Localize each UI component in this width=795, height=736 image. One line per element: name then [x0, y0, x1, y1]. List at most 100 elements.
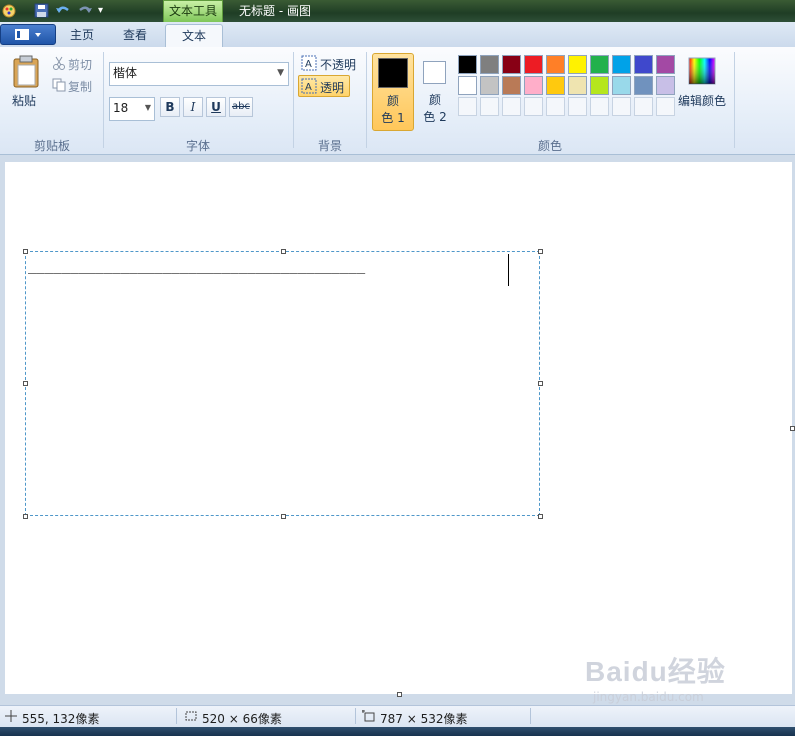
copy-icon[interactable] — [52, 78, 66, 95]
bold-button[interactable]: B — [160, 97, 180, 117]
custom-color-slot[interactable] — [590, 97, 609, 116]
font-size-select[interactable]: 18 ▼ — [109, 97, 155, 121]
cut-icon[interactable] — [52, 56, 66, 73]
copy-button[interactable]: 复制 — [68, 78, 92, 95]
status-bar: 555, 132像素 520 × 66像素 787 × 532像素 — [0, 705, 795, 727]
resize-handle-w[interactable] — [23, 381, 28, 386]
palette-swatch[interactable] — [612, 55, 631, 74]
custom-color-slot[interactable] — [524, 97, 543, 116]
opaque-button[interactable]: 不透明 — [320, 56, 356, 73]
custom-color-slot[interactable] — [656, 97, 675, 116]
canvas-resize-handle-right[interactable] — [790, 426, 795, 431]
transparent-icon[interactable]: A — [301, 78, 317, 97]
palette-swatch[interactable] — [458, 55, 477, 74]
resize-handle-ne[interactable] — [538, 249, 543, 254]
palette-swatch[interactable] — [458, 76, 477, 95]
palette-swatch[interactable] — [590, 76, 609, 95]
group-divider — [734, 52, 735, 148]
tab-home[interactable]: 主页 — [62, 24, 102, 48]
palette-swatch[interactable] — [634, 55, 653, 74]
customize-quick-access-icon[interactable]: ▾ — [98, 3, 113, 18]
custom-color-slot[interactable] — [568, 97, 587, 116]
custom-color-slot[interactable] — [458, 97, 477, 116]
cursor-position-icon — [5, 710, 17, 725]
save-icon[interactable] — [34, 3, 49, 18]
resize-handle-sw[interactable] — [23, 514, 28, 519]
palette-swatch[interactable] — [612, 76, 631, 95]
palette-swatch[interactable] — [590, 55, 609, 74]
edit-colors-icon[interactable] — [688, 57, 716, 88]
palette-swatch[interactable] — [524, 55, 543, 74]
font-size-value: 18 — [113, 101, 129, 115]
undo-icon[interactable] — [55, 3, 70, 18]
canvas-resize-handle-bottom[interactable] — [397, 692, 402, 697]
resize-handle-e[interactable] — [538, 381, 543, 386]
canvas-size: 787 × 532像素 — [380, 712, 468, 726]
paint-menu-button[interactable] — [0, 24, 56, 45]
svg-text:A: A — [305, 82, 312, 93]
palette-swatch[interactable] — [568, 76, 587, 95]
colors-group-label: 颜色 — [537, 139, 562, 153]
baidu-watermark: Baidu经验 jingyan.baidu.com — [585, 650, 726, 704]
cursor-position: 555, 132像素 — [22, 712, 100, 726]
palette-swatch[interactable] — [480, 76, 499, 95]
font-family-value: 楷体 — [113, 66, 138, 80]
strikethrough-button[interactable]: abc — [229, 97, 253, 117]
group-divider — [366, 52, 367, 148]
palette-swatch[interactable] — [502, 55, 521, 74]
watermark-url: jingyan.baidu.com — [593, 690, 704, 704]
color2-label-line2: 色 2 — [423, 110, 447, 124]
resize-handle-nw[interactable] — [23, 249, 28, 254]
svg-text:A: A — [305, 59, 312, 70]
color1-button[interactable]: 颜 色 1 — [372, 53, 414, 131]
custom-color-slot[interactable] — [480, 97, 499, 116]
contextual-tab-text-tools: 文本工具 — [163, 0, 223, 22]
color2-label-line1: 颜 — [428, 93, 441, 107]
resize-handle-se[interactable] — [538, 514, 543, 519]
underline-button[interactable]: U — [206, 97, 226, 117]
redo-icon[interactable] — [78, 3, 93, 18]
palette-swatch[interactable] — [546, 55, 565, 74]
palette-swatch[interactable] — [524, 76, 543, 95]
palette-swatch[interactable] — [502, 76, 521, 95]
cut-button[interactable]: 剪切 — [68, 56, 92, 73]
group-divider — [103, 52, 104, 148]
color1-label-line2: 色 1 — [381, 111, 405, 125]
status-divider — [355, 708, 356, 724]
clipboard-group-label: 剪贴板 — [33, 139, 70, 153]
palette-swatch[interactable] — [480, 55, 499, 74]
menu-icon — [15, 29, 41, 40]
paste-button[interactable]: 粘贴 — [12, 92, 36, 109]
custom-color-slot[interactable] — [634, 97, 653, 116]
edit-colors-button[interactable]: 编辑颜色 — [678, 92, 726, 109]
font-group-label: 字体 — [185, 139, 210, 153]
transparent-button[interactable]: 透明 — [320, 79, 344, 96]
chevron-down-icon: ▼ — [144, 103, 151, 112]
resize-handle-s[interactable] — [281, 514, 286, 519]
palette-swatch[interactable] — [656, 55, 675, 74]
color1-label-line1: 颜 — [386, 94, 399, 108]
custom-color-slot[interactable] — [612, 97, 631, 116]
text-box-selection[interactable] — [25, 251, 540, 516]
window-title: 无标题 - 画图 — [239, 4, 311, 18]
opaque-icon[interactable]: A — [301, 55, 317, 74]
paint-app-icon[interactable] — [2, 3, 17, 18]
color2-button[interactable]: 颜 色 2 — [417, 53, 453, 131]
tab-text[interactable]: 文本 — [165, 24, 223, 48]
resize-handle-n[interactable] — [281, 249, 286, 254]
paste-icon[interactable] — [12, 55, 42, 92]
custom-color-slot[interactable] — [502, 97, 521, 116]
selection-size: 520 × 66像素 — [202, 712, 282, 726]
group-divider — [293, 52, 294, 148]
palette-swatch[interactable] — [634, 76, 653, 95]
color1-swatch — [378, 58, 408, 88]
palette-swatch[interactable] — [568, 55, 587, 74]
chevron-down-icon: ▼ — [277, 68, 284, 78]
italic-button[interactable]: I — [183, 97, 203, 117]
font-family-select[interactable]: 楷体 ▼ — [109, 62, 289, 86]
palette-swatch[interactable] — [656, 76, 675, 95]
tab-view[interactable]: 查看 — [114, 24, 156, 48]
palette-swatch[interactable] — [546, 76, 565, 95]
custom-color-slot[interactable] — [546, 97, 565, 116]
text-caret — [508, 254, 509, 286]
